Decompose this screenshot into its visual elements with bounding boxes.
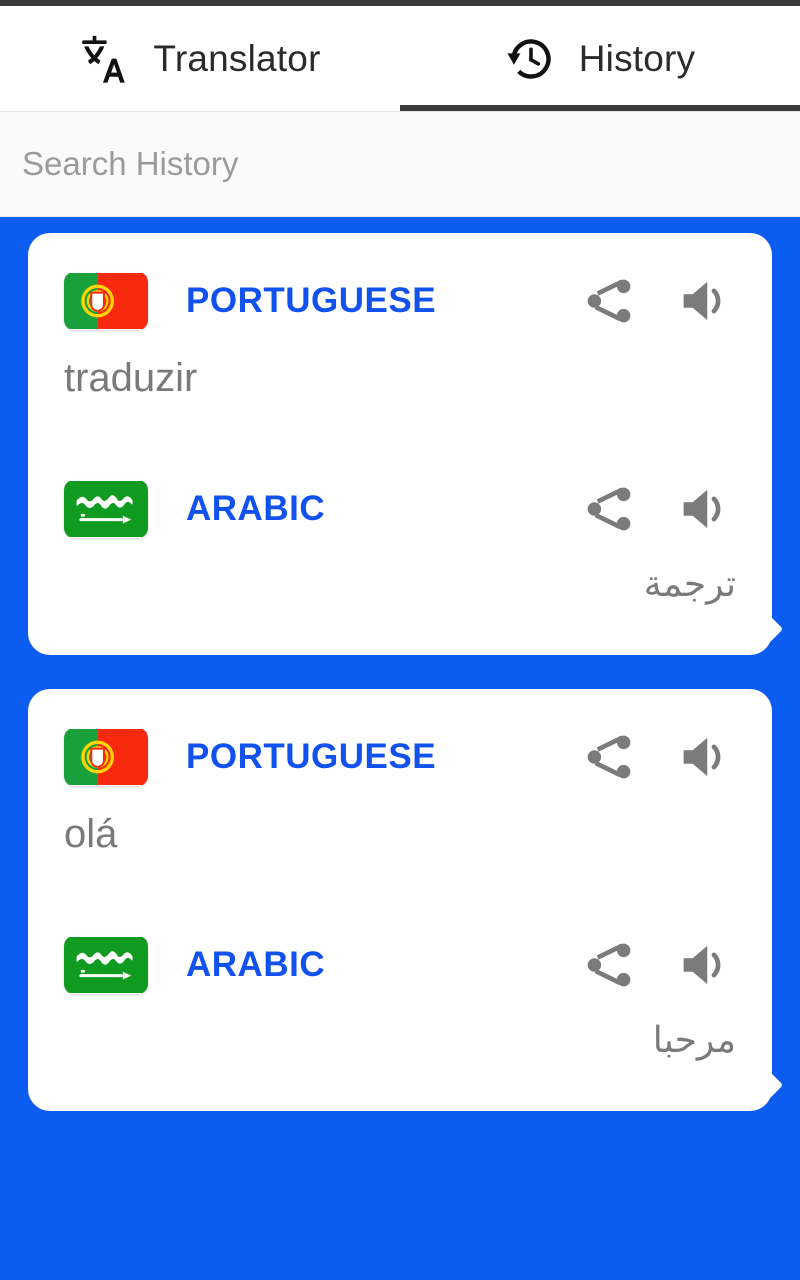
translation-row-target: ARABIC (28, 471, 772, 617)
row-actions (582, 482, 746, 536)
row-actions (582, 938, 746, 992)
row-actions (582, 730, 746, 784)
share-icon[interactable] (582, 482, 636, 536)
target-text: مرحبا (652, 1019, 736, 1060)
tab-history[interactable]: History (400, 6, 800, 112)
source-language-label: PORTUGUESE (186, 737, 437, 776)
translation-row-source: PORTUGUESE (28, 719, 772, 865)
search-bar[interactable] (0, 112, 800, 217)
tab-bar: Translator History (0, 6, 800, 112)
row-actions (582, 274, 746, 328)
translation-row-target: ARABIC (28, 927, 772, 1073)
history-clock-icon (507, 39, 551, 79)
row-header: PORTUGUESE (28, 719, 772, 795)
row-spacer (28, 865, 772, 927)
share-icon[interactable] (582, 730, 636, 784)
source-language-label: PORTUGUESE (186, 281, 437, 320)
row-header: PORTUGUESE (28, 263, 772, 339)
target-language-label: ARABIC (186, 489, 326, 528)
speaker-icon[interactable] (678, 482, 732, 536)
saudi-arabia-flag-icon (64, 936, 148, 994)
tab-translator-label: Translator (153, 38, 321, 79)
speaker-icon[interactable] (678, 938, 732, 992)
row-spacer (28, 409, 772, 471)
saudi-arabia-flag-icon (64, 480, 148, 538)
tab-translator[interactable]: Translator (0, 6, 400, 112)
portugal-flag-icon (64, 728, 148, 786)
translation-row-source: PORTUGUESE (28, 263, 772, 409)
history-card[interactable]: PORTUGUESE (28, 689, 772, 1111)
row-header: ARABIC (28, 471, 772, 547)
speaker-icon[interactable] (678, 730, 732, 784)
portugal-flag-icon (64, 272, 148, 330)
share-icon[interactable] (582, 938, 636, 992)
app-root: Translator History Search History PORTUG… (0, 0, 800, 1280)
translate-icon (82, 35, 126, 83)
speaker-icon[interactable] (678, 274, 732, 328)
target-language-label: ARABIC (186, 945, 326, 984)
history-card[interactable]: PORTUGUESE (28, 233, 772, 655)
row-header: ARABIC (28, 927, 772, 1003)
source-text: traduzir (64, 356, 198, 400)
target-text: ترجمة (643, 563, 736, 604)
tab-history-label: History (578, 38, 696, 79)
search-input[interactable] (22, 145, 778, 183)
share-icon[interactable] (582, 274, 636, 328)
source-text: olá (64, 812, 118, 856)
history-list[interactable]: PORTUGUESE traduzir ARABIC ترجمة PORTUGU… (0, 217, 800, 1280)
